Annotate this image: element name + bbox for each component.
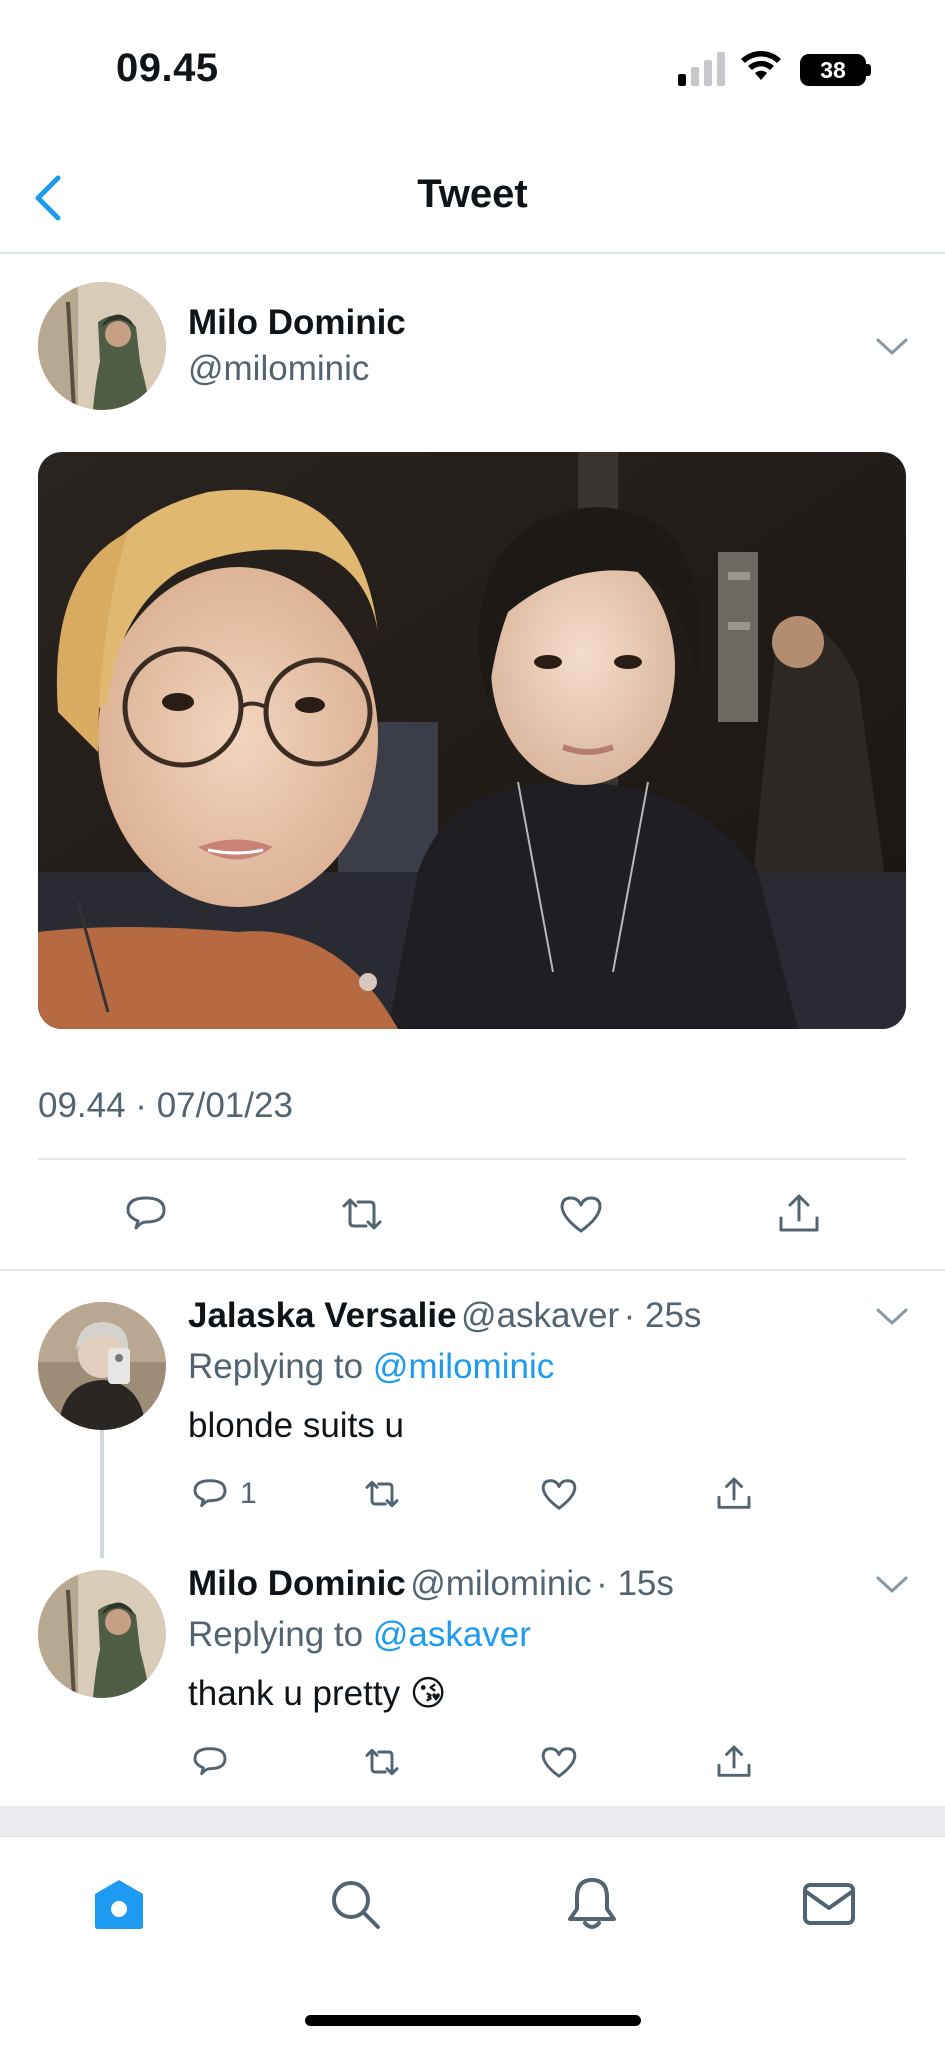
status-bar: 09.45 38 [0, 0, 945, 130]
like-heart-icon[interactable] [557, 1190, 605, 1238]
tweet-photo[interactable] [38, 452, 906, 1029]
replying-to-line: Replying to @milominic [188, 1347, 554, 1387]
retweet-icon[interactable] [362, 1474, 402, 1514]
reply-header: Jalaska Versalie @askaver · 25s [188, 1296, 701, 1336]
avatar-photo [38, 1302, 166, 1430]
author-name[interactable]: Milo Dominic [188, 303, 406, 343]
wifi-icon [741, 51, 781, 80]
reply-author-name[interactable]: Milo Dominic [188, 1564, 406, 1603]
nav-divider [0, 252, 945, 254]
back-arrow-icon[interactable] [30, 172, 68, 224]
reply-icon[interactable] [122, 1190, 170, 1238]
reply-age: · 25s [623, 1296, 702, 1335]
reply-text-line: thank u pretty 😘 [188, 1674, 446, 1714]
battery-icon: 38 [800, 54, 866, 86]
replying-to-label: Replying to [188, 1347, 364, 1386]
mail-icon[interactable] [802, 1877, 856, 1931]
home-indicator[interactable] [305, 2015, 641, 2026]
meta-divider [38, 1158, 906, 1160]
home-icon[interactable] [92, 1877, 146, 1931]
tweet-timestamp: 09.44 · 07/01/23 [38, 1086, 293, 1125]
section-separator [0, 1806, 945, 1836]
retweet-icon[interactable] [338, 1190, 386, 1238]
reply-icon[interactable] [190, 1474, 230, 1514]
cellular-signal-icon [678, 52, 725, 86]
like-heart-icon[interactable] [539, 1742, 579, 1782]
replying-to-line: Replying to @askaver [188, 1615, 531, 1655]
reply-age: · 15s [596, 1564, 674, 1603]
battery-nub [866, 64, 871, 76]
reply-header: Milo Dominic @milominic · 15s [188, 1564, 674, 1604]
reply-count: 1 [240, 1477, 257, 1510]
status-time: 09.45 [116, 46, 219, 90]
replying-to-label: Replying to [188, 1615, 364, 1654]
reply-avatar[interactable] [38, 1570, 166, 1698]
like-heart-icon[interactable] [539, 1474, 579, 1514]
search-icon[interactable] [328, 1877, 382, 1931]
avatar-photo [38, 1570, 166, 1698]
reply-author-name[interactable]: Jalaska Versalie [188, 1296, 457, 1335]
chevron-down-icon[interactable] [875, 1574, 909, 1596]
retweet-icon[interactable] [362, 1742, 402, 1782]
reply-author-handle[interactable]: @milominic [410, 1564, 591, 1603]
battery-level: 38 [820, 56, 846, 83]
photo-image [38, 452, 906, 1029]
reply-avatar[interactable] [38, 1302, 166, 1430]
share-icon[interactable] [714, 1742, 754, 1782]
reply-author-handle[interactable]: @askaver [461, 1296, 619, 1335]
reply-icon[interactable] [190, 1742, 230, 1782]
page-title: Tweet [417, 172, 528, 216]
actions-divider [0, 1269, 945, 1271]
reply-text: blonde suits u [188, 1406, 404, 1445]
author-avatar[interactable] [38, 282, 166, 410]
reply-text: thank u pretty [188, 1674, 401, 1713]
author-handle[interactable]: @milominic [188, 349, 369, 389]
share-icon[interactable] [775, 1190, 823, 1238]
replying-to-mention[interactable]: @askaver [373, 1615, 531, 1654]
bell-icon[interactable] [565, 1875, 619, 1933]
kissing-face-emoji: 😘 [409, 1674, 447, 1713]
avatar-photo [38, 282, 166, 410]
share-icon[interactable] [714, 1474, 754, 1514]
replying-to-mention[interactable]: @milominic [373, 1347, 554, 1386]
chevron-down-icon[interactable] [875, 336, 909, 358]
thread-line [100, 1410, 104, 1558]
chevron-down-icon[interactable] [875, 1306, 909, 1328]
